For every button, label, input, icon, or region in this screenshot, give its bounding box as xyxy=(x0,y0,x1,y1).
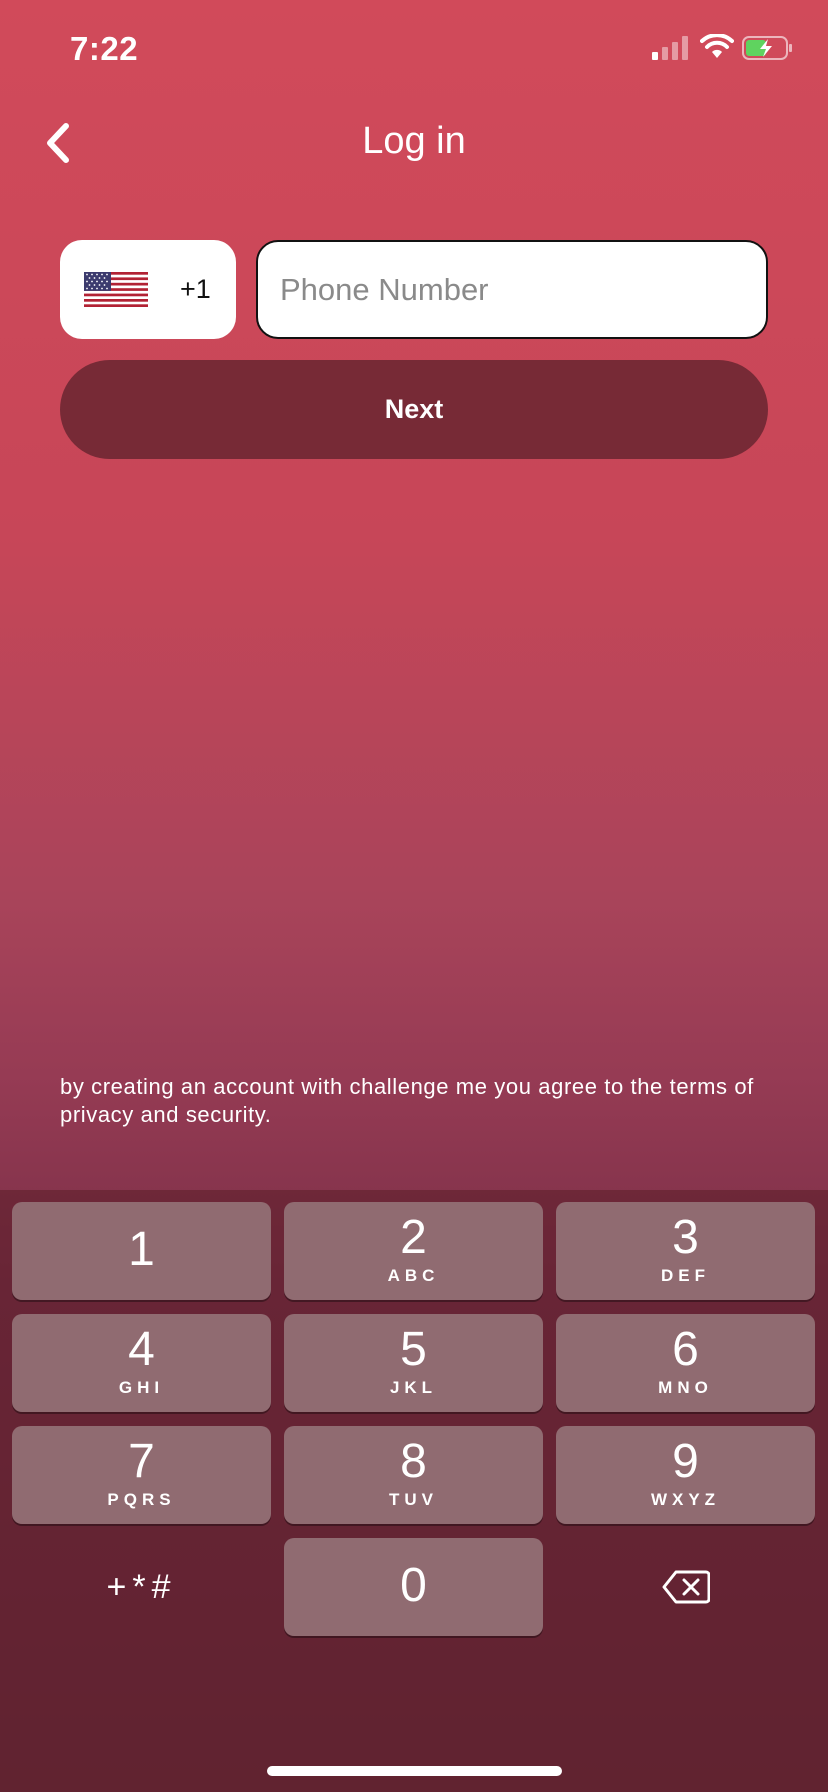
key-6[interactable]: 6 MNO xyxy=(556,1314,815,1412)
key-digit: 9 xyxy=(672,1435,699,1488)
signal-icon xyxy=(652,36,688,60)
home-indicator xyxy=(267,1766,562,1776)
country-code-button[interactable]: +1 xyxy=(60,240,236,339)
key-digit: 8 xyxy=(400,1435,427,1488)
key-letters: MNO xyxy=(658,1378,713,1397)
status-bar: 7:22 xyxy=(0,0,828,100)
key-4[interactable]: 4 GHI xyxy=(12,1314,271,1412)
key-letters: JKL xyxy=(389,1378,438,1397)
terms-text: by creating an account with challenge me… xyxy=(60,1074,754,1127)
key-letters: ABC xyxy=(387,1266,440,1285)
delete-key[interactable] xyxy=(556,1538,815,1636)
numeric-keypad: 1 2 ABC 3 DEF 4 GHI 5 JKL 6 MNO 7 PQRS 8… xyxy=(0,1190,828,1792)
dial-code: +1 xyxy=(180,274,211,304)
wifi-icon xyxy=(700,34,734,58)
key-digit: 0 xyxy=(400,1559,427,1612)
key-digit: 7 xyxy=(128,1435,155,1488)
key-8[interactable]: 8 TUV xyxy=(284,1426,543,1524)
phone-number-input[interactable] xyxy=(256,240,768,339)
battery-charging-icon xyxy=(742,36,792,60)
us-flag-icon xyxy=(84,272,148,307)
key-letters: WXYZ xyxy=(650,1490,721,1509)
key-3[interactable]: 3 DEF xyxy=(556,1202,815,1300)
key-digit: 1 xyxy=(128,1223,155,1276)
symbols-key[interactable]: +*# xyxy=(12,1538,271,1636)
key-5[interactable]: 5 JKL xyxy=(284,1314,543,1412)
next-button[interactable]: Next xyxy=(60,360,768,459)
key-digit: 5 xyxy=(400,1323,427,1376)
key-letters: GHI xyxy=(118,1378,165,1397)
key-7[interactable]: 7 PQRS xyxy=(12,1426,271,1524)
key-digit: 6 xyxy=(672,1323,699,1376)
key-letters: TUV xyxy=(389,1490,438,1509)
key-digit: 4 xyxy=(128,1323,155,1376)
status-time: 7:22 xyxy=(70,30,139,67)
key-digit: 3 xyxy=(672,1211,699,1264)
page-title: Log in xyxy=(362,120,466,162)
key-1[interactable]: 1 xyxy=(12,1202,271,1300)
key-2[interactable]: 2 ABC xyxy=(284,1202,543,1300)
key-digit: 2 xyxy=(400,1211,427,1264)
key-9[interactable]: 9 WXYZ xyxy=(556,1426,815,1524)
key-letters: PQRS xyxy=(107,1490,176,1509)
key-letters: DEF xyxy=(661,1266,710,1285)
key-0[interactable]: 0 xyxy=(284,1538,543,1636)
backspace-icon xyxy=(662,1570,710,1604)
